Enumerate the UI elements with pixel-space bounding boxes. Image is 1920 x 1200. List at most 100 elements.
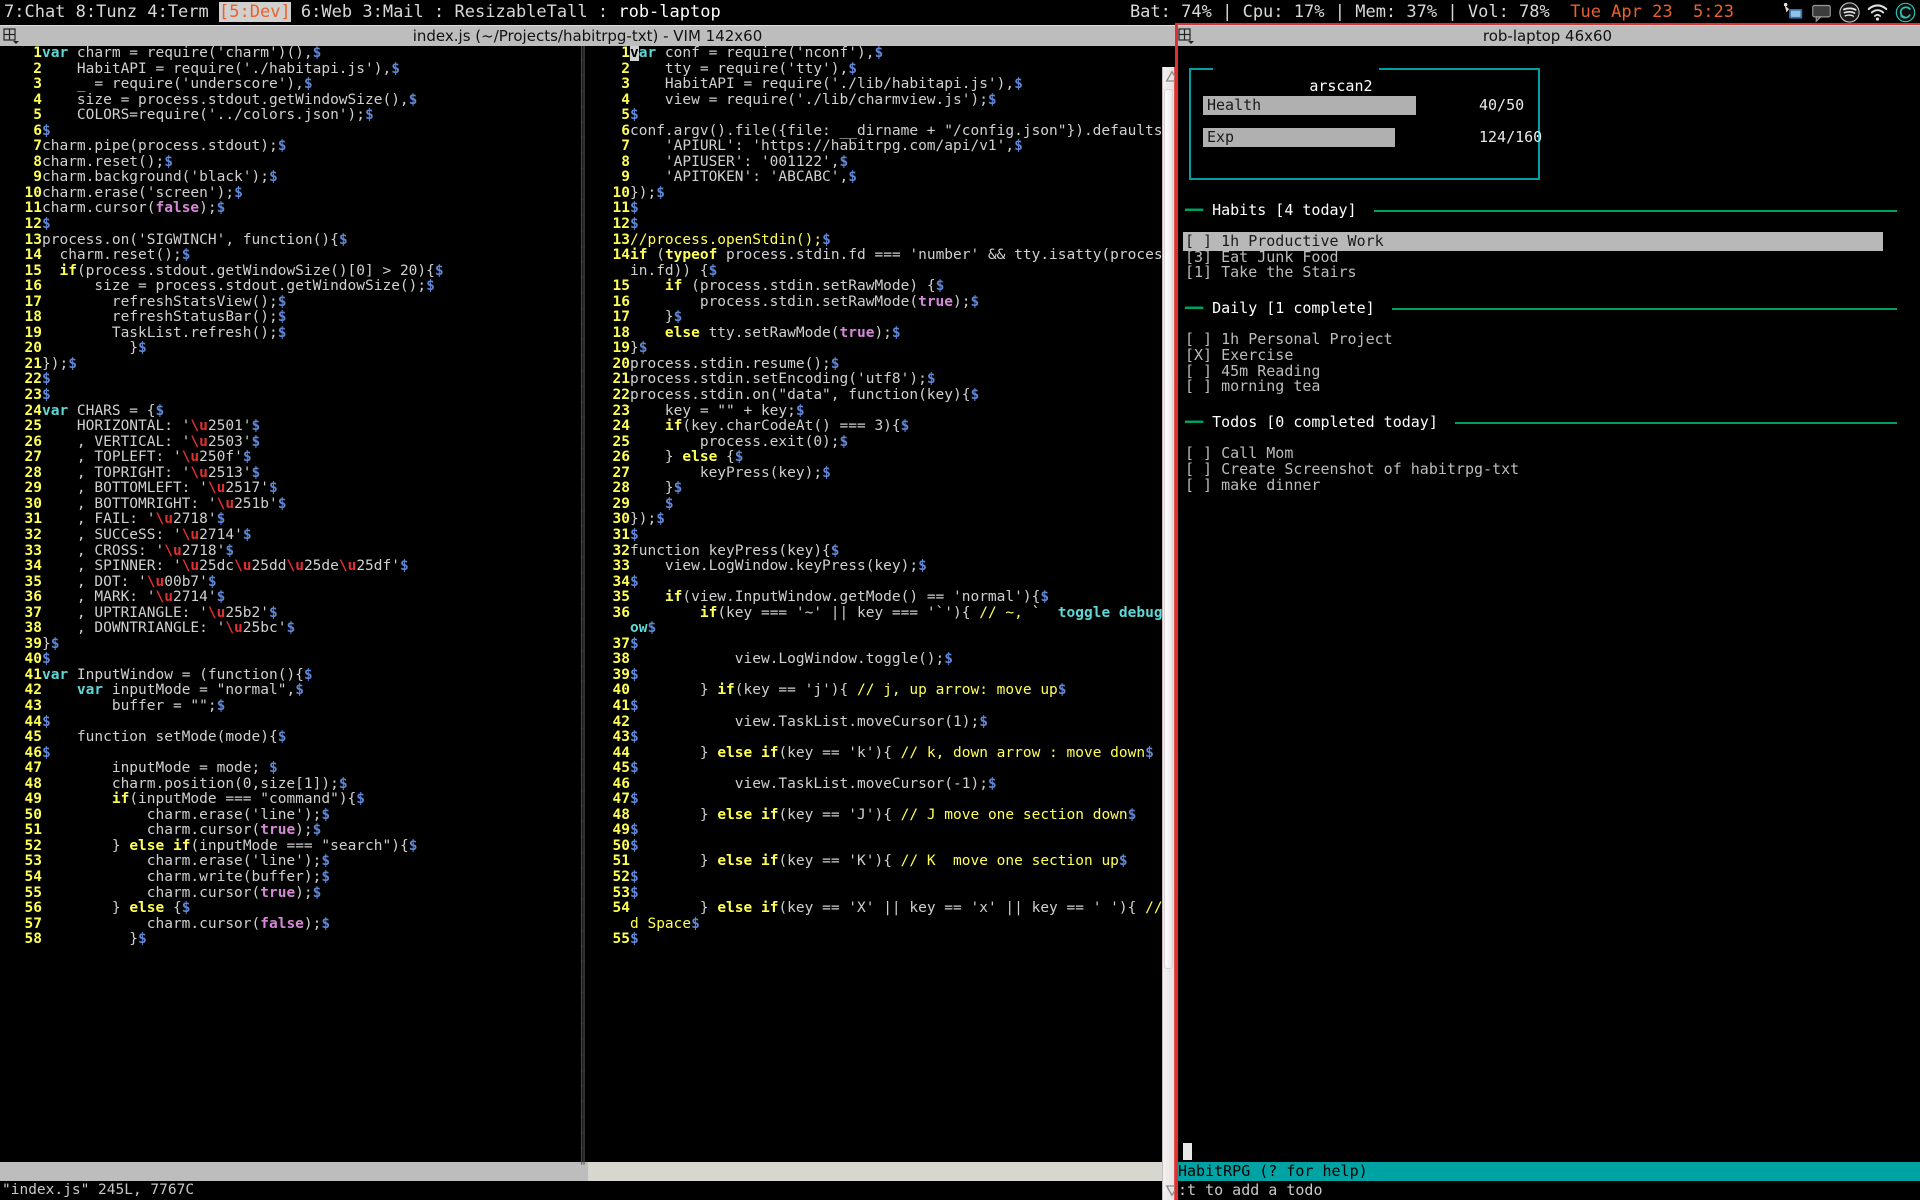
vim-window[interactable]: index.js (~/Projects/habitrpg-txt) - VIM… [0, 25, 1175, 1200]
code-line[interactable]: 11$ [588, 201, 1163, 217]
code-line[interactable]: 21});$ [0, 356, 588, 373]
code-line[interactable]: 44$ [0, 714, 588, 731]
code-line[interactable]: 53$ [588, 885, 1163, 902]
code-line[interactable]: 6conf.argv().file({file: __dirname + "/c… [588, 123, 1163, 140]
screen-share-icon[interactable] [1783, 2, 1804, 23]
code-line[interactable]: 27 , TOPLEFT: '\u250f'$ [0, 449, 588, 466]
vim-split-separator[interactable]: ║ ║ ║ ║ ║ ║ ║ ║ ║ ║ ║ ║ ║ ║ ║ ║ ║ ║ ║ ║ ║ ║ ║ ║ ║ ║ ║ ║ ║ ║ ║ ║ ║ ║ ║ ║ ║ ║ ║ ║… [578, 46, 588, 1164]
code-line[interactable]: 24 if(key.charCodeAt() === 3){$ [588, 418, 1163, 435]
code-line[interactable]: 52$ [588, 869, 1163, 886]
code-line[interactable]: 32function keyPress(key){$ [588, 543, 1163, 560]
code-line[interactable]: 34 , SPINNER: '\u25dc\u25dd\u25de\u25df'… [0, 558, 588, 575]
code-line[interactable]: 25 process.exit(0);$ [588, 434, 1163, 451]
code-line[interactable]: 3 _ = require('underscore'),$ [0, 76, 588, 93]
code-line[interactable]: 18 refreshStatusBar();$ [0, 310, 588, 326]
code-line[interactable]: 8charm.reset();$ [0, 154, 588, 171]
code-line[interactable]: 38 , DOWNTRIANGLE: '\u25bc'$ [0, 620, 588, 637]
code-line[interactable]: 2 HabitAPI = require('./habitapi.js'),$ [0, 61, 588, 78]
code-line[interactable]: 2 tty = require('tty'),$ [588, 61, 1163, 78]
code-line[interactable]: 42 view.TaskList.moveCursor(1);$ [588, 714, 1163, 731]
code-line[interactable]: in.fd)) {$ [588, 263, 1163, 280]
code-line[interactable]: 56 } else {$ [0, 900, 588, 917]
code-line[interactable]: 35 , DOT: '\u00b7'$ [0, 574, 588, 591]
vim-pane-right[interactable]: 1var conf = require('nconf'),$ 2 tty = re… [588, 46, 1163, 1200]
code-line[interactable]: 47$ [588, 791, 1163, 808]
code-line[interactable]: 43$ [588, 729, 1163, 746]
code-line[interactable]: 46$ [0, 745, 588, 762]
code-line[interactable]: 38 view.LogWindow.toggle();$ [588, 652, 1163, 668]
vim-pane-left[interactable]: 1var charm = require('charm')(),$ 2 Habit… [0, 46, 588, 1200]
code-line[interactable]: 13//process.openStdin();$ [588, 232, 1163, 249]
code-line[interactable]: 13process.on('SIGWINCH', function(){$ [0, 232, 588, 249]
code-line[interactable]: 49 if(inputMode === "command"){$ [0, 791, 588, 808]
code-line[interactable]: 58 }$ [0, 931, 588, 948]
code-line[interactable]: 53 charm.erase('line');$ [0, 854, 588, 870]
code-line[interactable]: 14if (typeof process.stdin.fd === 'numbe… [588, 247, 1163, 264]
code-line[interactable]: 20process.stdin.resume();$ [588, 356, 1163, 373]
code-line[interactable]: 24var CHARS = {$ [0, 403, 588, 420]
code-line[interactable]: 36 if(key === '~' || key === '`'){ // ~,… [588, 605, 1163, 622]
code-line[interactable]: 4 view = require('./lib/charmview.js');$ [588, 92, 1163, 109]
code-line[interactable]: 48 charm.position(0,size[1]);$ [0, 776, 588, 793]
code-line[interactable]: 16 size = process.stdout.getWindowSize()… [0, 278, 588, 295]
code-line[interactable]: d Space$ [588, 916, 1163, 933]
sync-icon[interactable] [1895, 2, 1916, 23]
code-line[interactable]: 21process.stdin.setEncoding('utf8');$ [588, 372, 1163, 388]
code-line[interactable]: 55 charm.cursor(true);$ [0, 885, 588, 902]
habitrpg-titlebar[interactable]: rob-laptop 46x60 [1175, 25, 1920, 46]
code-line[interactable]: 18 else tty.setRawMode(true);$ [588, 325, 1163, 342]
code-line[interactable]: 54 charm.write(buffer);$ [0, 869, 588, 886]
workspace-4-term[interactable]: 4:Term [147, 2, 208, 22]
code-line[interactable]: 52 } else if(inputMode === "search"){$ [0, 838, 588, 855]
code-line[interactable]: 11charm.cursor(false);$ [0, 201, 588, 217]
code-line[interactable]: 41var InputWindow = (function(){$ [0, 667, 588, 684]
code-line[interactable]: 14 charm.reset();$ [0, 247, 588, 264]
code-line[interactable]: 1var charm = require('charm')(),$ [0, 46, 588, 62]
code-line[interactable]: 19}$ [588, 341, 1163, 357]
vim-command-line[interactable]: "index.js" 245L, 7767C [0, 1181, 1175, 1200]
code-line[interactable]: 15 if(process.stdout.getWindowSize()[0] … [0, 263, 588, 280]
code-line[interactable]: 16 process.stdin.setRawMode(true);$ [588, 294, 1163, 311]
spotify-icon[interactable] [1839, 2, 1860, 23]
task-checkbox[interactable]: [1] [1185, 263, 1212, 281]
code-line[interactable]: 49$ [588, 823, 1163, 839]
code-line[interactable]: 17 }$ [588, 310, 1163, 326]
code-line[interactable]: 40$ [0, 652, 588, 668]
code-line[interactable]: 39$ [588, 667, 1163, 684]
window-menu-icon[interactable] [1178, 28, 1194, 44]
code-line[interactable]: 17 refreshStatsView();$ [0, 294, 588, 311]
code-line[interactable]: 4 size = process.stdout.getWindowSize(),… [0, 92, 588, 109]
code-line[interactable]: 31$ [588, 527, 1163, 544]
habitrpg-body[interactable]: arscan2 [lvl 2] Health 40/50 Exp 124/1 [1175, 46, 1920, 1200]
code-line[interactable]: 8 'APIUSER': '001122',$ [588, 154, 1163, 171]
code-line[interactable]: 31 , FAIL: '\u2718'$ [0, 512, 588, 528]
code-line[interactable]: 43 buffer = "";$ [0, 698, 588, 715]
code-line[interactable]: 44 } else if(key == 'k'){ // k, down arr… [588, 745, 1163, 762]
code-line[interactable]: 12$ [0, 216, 588, 233]
code-line[interactable]: 26 , VERTICAL: '\u2503'$ [0, 434, 588, 451]
code-line[interactable]: 7 'APIURL': 'https://habitrpg.com/api/v1… [588, 139, 1163, 155]
code-line[interactable]: 1var conf = require('nconf'),$ [588, 46, 1163, 62]
code-line[interactable]: 29 $ [588, 496, 1163, 513]
code-line[interactable]: 50$ [588, 838, 1163, 855]
code-line[interactable]: 32 , SUCCeSS: '\u2714'$ [0, 527, 588, 544]
code-line[interactable]: 46 view.TaskList.moveCursor(-1);$ [588, 776, 1163, 793]
code-line[interactable]: ow$ [588, 620, 1163, 637]
code-line[interactable]: 41$ [588, 698, 1163, 715]
task-checkbox[interactable]: [ ] [1185, 377, 1212, 395]
code-line[interactable]: 37 , UPTRIANGLE: '\u25b2'$ [0, 605, 588, 622]
code-line[interactable]: 51 } else if(key == 'K'){ // K move one … [588, 854, 1163, 870]
task-item[interactable]: [1] Take the Stairs [1185, 263, 1357, 282]
window-menu-icon[interactable] [3, 28, 19, 44]
workspace-8-tunz[interactable]: 8:Tunz [76, 2, 137, 22]
code-line[interactable]: 22process.stdin.on("data", function(key)… [588, 387, 1163, 404]
code-line[interactable]: 45$ [588, 760, 1163, 777]
code-line[interactable]: 9charm.background('black');$ [0, 170, 588, 186]
code-line[interactable]: 26 } else {$ [588, 449, 1163, 466]
code-line[interactable]: 54 } else if(key == 'X' || key == 'x' ||… [588, 900, 1163, 917]
wifi-icon[interactable] [1867, 2, 1888, 23]
code-line[interactable]: 34$ [588, 574, 1163, 591]
code-line[interactable]: 37$ [588, 636, 1163, 653]
code-line[interactable]: 22$ [0, 372, 588, 388]
workspace-3-mail[interactable]: 3:Mail [362, 2, 423, 22]
